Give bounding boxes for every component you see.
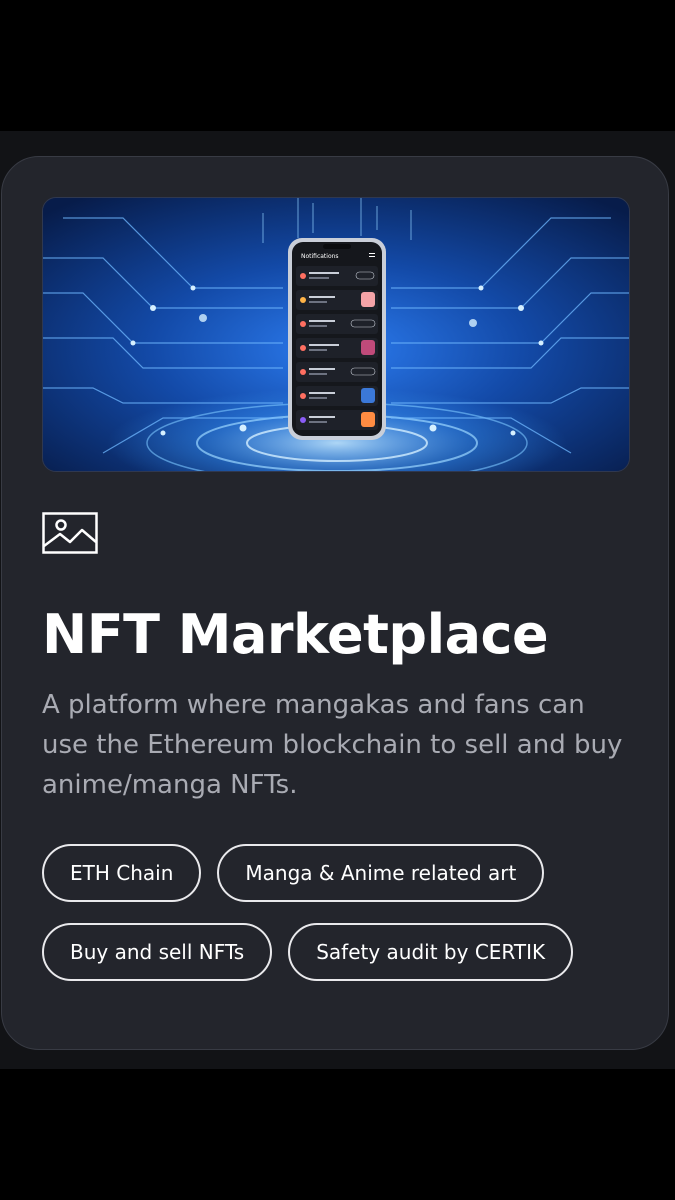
project-card: Notifications NFT Marketplace A platform…	[1, 156, 669, 1050]
tag-list: ETH Chain Manga & Anime related art Buy …	[42, 844, 642, 1002]
tag-manga-anime-art: Manga & Anime related art	[217, 844, 545, 902]
hero-image: Notifications	[42, 197, 630, 472]
card-title: NFT Marketplace	[42, 603, 549, 666]
tag-buy-sell-nfts: Buy and sell NFTs	[42, 923, 273, 981]
tag-eth-chain: ETH Chain	[42, 844, 202, 902]
card-description: A platform where mangakas and fans can u…	[42, 690, 623, 800]
tag-row: ETH Chain Manga & Anime related art	[42, 844, 642, 902]
tag-safety-audit: Safety audit by CERTIK	[288, 923, 574, 981]
phone-screen-title: Notifications	[301, 253, 339, 260]
image-icon	[42, 512, 98, 554]
tag-row: Buy and sell NFTs Safety audit by CERTIK	[42, 923, 642, 981]
